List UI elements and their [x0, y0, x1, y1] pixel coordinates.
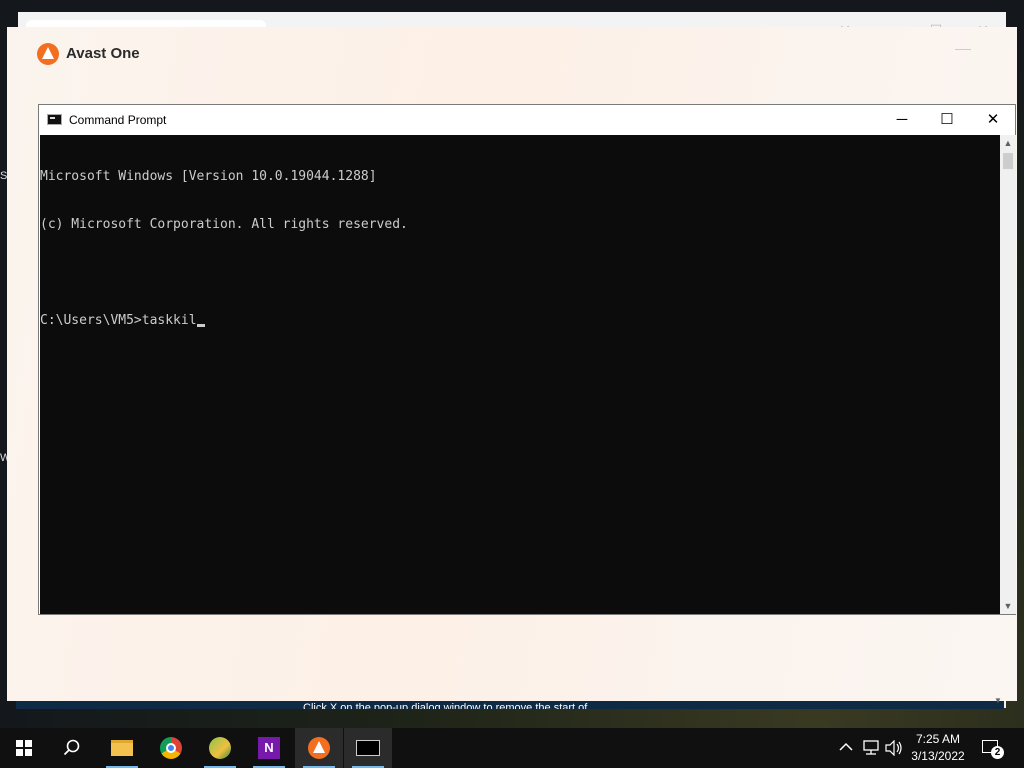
onenote-icon: N — [258, 737, 280, 759]
clock-time: 7:25 AM — [915, 732, 961, 746]
taskbar-file-explorer[interactable] — [98, 728, 146, 768]
console-line: Microsoft Windows [Version 10.0.19044.12… — [40, 169, 377, 184]
start-button[interactable] — [0, 728, 48, 768]
notification-count-badge: 2 — [991, 746, 1004, 759]
avast-title: Avast One — [66, 45, 140, 62]
avast-logo-icon — [37, 43, 59, 65]
avast-minimize-button[interactable] — [955, 49, 971, 50]
avast-icon — [308, 737, 330, 759]
system-clock[interactable]: 7:25 AM 3/13/2022 — [906, 731, 970, 765]
cmd-maximize-button[interactable]: ☐ — [924, 105, 970, 135]
chrome-icon — [160, 737, 182, 759]
scroll-down-icon[interactable]: ▼ — [994, 696, 1002, 705]
command-prompt-window: Command Prompt ─ ☐ ✕ Microsoft Windows [… — [38, 104, 1016, 615]
console-line: (c) Microsoft Corporation. All rights re… — [40, 217, 408, 232]
console-scrollbar[interactable]: ▲ ▼ — [1000, 135, 1016, 614]
cmd-title: Command Prompt — [69, 113, 167, 127]
volume-icon[interactable] — [885, 740, 903, 756]
search-icon — [63, 739, 80, 756]
taskbar-onenote[interactable]: N — [245, 728, 293, 768]
action-center-button[interactable]: 2 — [982, 738, 1006, 760]
clock-date: 3/13/2022 — [911, 749, 965, 763]
console-output[interactable]: Microsoft Windows [Version 10.0.19044.12… — [40, 135, 1000, 614]
text-cursor — [196, 324, 205, 327]
left-edge-text: S W — [0, 170, 11, 464]
globe-icon — [209, 737, 231, 759]
windows-logo-icon — [16, 740, 32, 756]
search-button[interactable] — [48, 728, 96, 768]
scroll-up-icon[interactable]: ▲ — [1000, 135, 1016, 151]
cmd-close-button[interactable]: ✕ — [970, 105, 1016, 135]
taskbar-maps-app[interactable] — [196, 728, 244, 768]
folder-icon — [111, 740, 133, 756]
tray-chevron-icon[interactable] — [839, 742, 853, 752]
banner-text: Click X on the pop-up dialog window to r… — [303, 702, 588, 709]
taskbar-chrome[interactable] — [147, 728, 195, 768]
console-prompt-line[interactable]: C:\Users\VM5>taskkil — [40, 313, 1000, 329]
taskbar: N — [0, 728, 1024, 768]
taskbar-avast[interactable] — [295, 728, 343, 768]
edge-letter: S — [0, 170, 8, 182]
scroll-down-arrow-icon[interactable]: ▼ — [1000, 598, 1016, 614]
cmd-title-bar[interactable]: Command Prompt ─ ☐ ✕ — [39, 105, 1015, 135]
scrollbar-thumb[interactable] — [1003, 153, 1013, 169]
edge-letter: W — [0, 452, 11, 464]
cmd-taskbar-icon — [356, 740, 380, 756]
taskbar-command-prompt[interactable] — [344, 728, 392, 768]
cmd-icon — [47, 114, 62, 125]
console-prompt-text: C:\Users\VM5>taskkil — [40, 313, 197, 328]
network-icon[interactable] — [862, 740, 880, 756]
cmd-minimize-button[interactable]: ─ — [879, 105, 925, 135]
